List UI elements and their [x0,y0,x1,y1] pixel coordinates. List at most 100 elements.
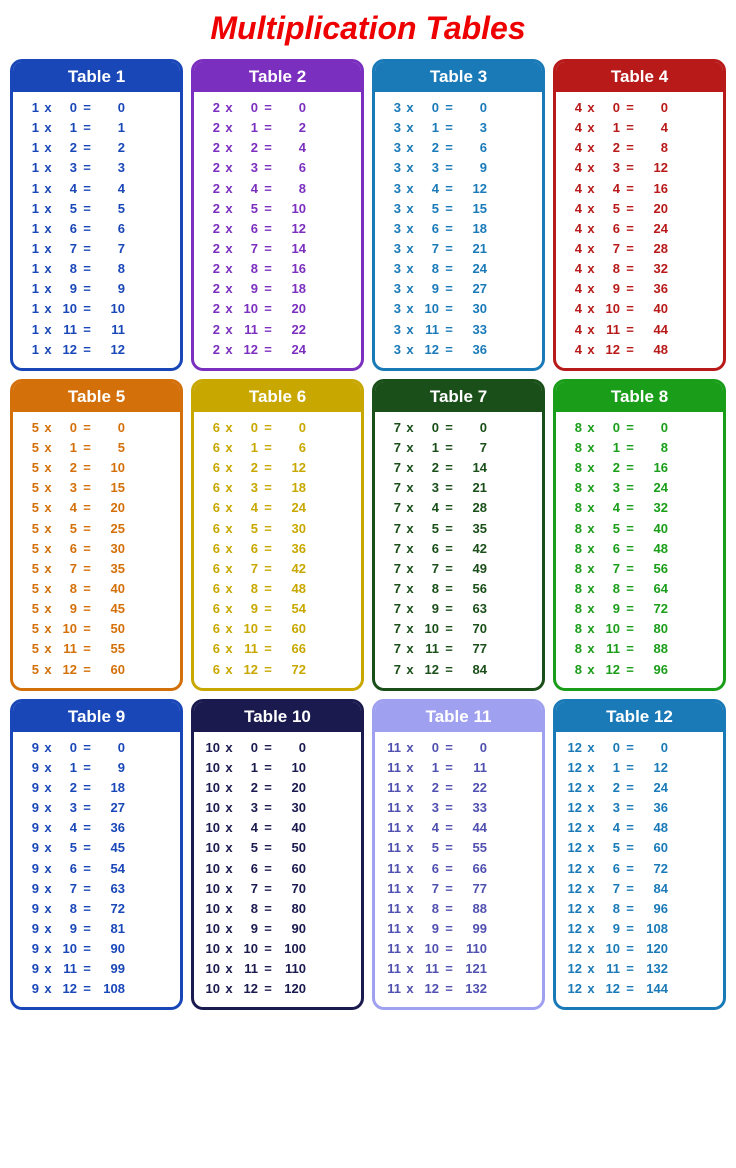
multiplicand: 6 [202,519,220,539]
times-sign: x [42,498,54,518]
multiplier: 4 [57,179,77,199]
multiplicand: 7 [383,639,401,659]
equals-sign: = [442,239,456,259]
table-row: 4 x 2 = 8 [564,138,715,158]
multiplicand: 2 [202,199,220,219]
multiplier: 12 [600,340,620,360]
equals-sign: = [623,959,637,979]
equals-sign: = [261,179,275,199]
times-sign: x [585,959,597,979]
multiplier: 6 [238,859,258,879]
result: 27 [459,279,487,299]
equals-sign: = [80,559,94,579]
table-row: 7 x 8 = 56 [383,579,534,599]
times-sign: x [585,579,597,599]
equals-sign: = [623,899,637,919]
multiplicand: 9 [21,939,39,959]
equals-sign: = [261,579,275,599]
result: 56 [459,579,487,599]
multiplier: 9 [600,279,620,299]
result: 7 [97,239,125,259]
result: 12 [97,340,125,360]
equals-sign: = [80,219,94,239]
table-body-7: 7 x 0 = 0 7 x 1 = 7 7 x 2 = 14 7 x 3 = 2… [375,418,542,680]
table-row: 2 x 8 = 16 [202,259,353,279]
times-sign: x [404,778,416,798]
times-sign: x [42,738,54,758]
multiplier: 1 [419,438,439,458]
result: 0 [640,418,668,438]
table-row: 1 x 1 = 1 [21,118,172,138]
multiplicand: 4 [564,98,582,118]
times-sign: x [585,279,597,299]
equals-sign: = [80,939,94,959]
multiplicand: 9 [21,818,39,838]
times-sign: x [42,559,54,579]
multiplier: 1 [600,758,620,778]
equals-sign: = [442,798,456,818]
equals-sign: = [261,939,275,959]
multiplier: 8 [57,259,77,279]
table-header-8: Table 8 [556,382,723,412]
result: 54 [278,599,306,619]
result: 32 [640,498,668,518]
equals-sign: = [623,859,637,879]
multiplier: 7 [57,559,77,579]
equals-sign: = [442,199,456,219]
multiplier: 10 [600,299,620,319]
table-row: 9 x 12 = 108 [21,979,172,999]
times-sign: x [585,340,597,360]
multiplicand: 2 [202,158,220,178]
result: 70 [278,879,306,899]
times-sign: x [404,498,416,518]
result: 4 [640,118,668,138]
times-sign: x [585,418,597,438]
equals-sign: = [80,859,94,879]
multiplicand: 2 [202,98,220,118]
multiplier: 3 [57,158,77,178]
result: 72 [640,859,668,879]
multiplier: 1 [57,118,77,138]
multiplier: 6 [238,219,258,239]
times-sign: x [585,118,597,138]
multiplicand: 12 [564,959,582,979]
multiplicand: 4 [564,299,582,319]
table-row: 3 x 5 = 15 [383,199,534,219]
equals-sign: = [80,899,94,919]
result: 42 [459,539,487,559]
multiplicand: 4 [564,259,582,279]
multiplier: 7 [238,239,258,259]
multiplier: 3 [600,478,620,498]
times-sign: x [42,98,54,118]
multiplier: 11 [600,639,620,659]
multiplicand: 6 [202,639,220,659]
result: 44 [640,320,668,340]
table-row: 3 x 12 = 36 [383,340,534,360]
table-card-8: Table 8 8 x 0 = 0 8 x 1 = 8 8 x 2 = 16 8… [553,379,726,691]
table-body-8: 8 x 0 = 0 8 x 1 = 8 8 x 2 = 16 8 x 3 = 2… [556,418,723,680]
equals-sign: = [442,118,456,138]
times-sign: x [404,660,416,680]
multiplier: 5 [57,519,77,539]
result: 0 [459,98,487,118]
times-sign: x [404,879,416,899]
times-sign: x [404,458,416,478]
table-row: 12 x 7 = 84 [564,879,715,899]
equals-sign: = [442,619,456,639]
multiplier: 8 [238,579,258,599]
equals-sign: = [261,899,275,919]
times-sign: x [42,919,54,939]
table-row: 8 x 7 = 56 [564,559,715,579]
multiplier: 12 [600,660,620,680]
times-sign: x [404,599,416,619]
multiplier: 1 [57,438,77,458]
result: 50 [278,838,306,858]
multiplier: 7 [419,559,439,579]
result: 80 [640,619,668,639]
multiplier: 4 [238,498,258,518]
multiplier: 4 [419,818,439,838]
table-row: 9 x 0 = 0 [21,738,172,758]
multiplicand: 3 [383,199,401,219]
times-sign: x [404,859,416,879]
multiplicand: 5 [21,519,39,539]
